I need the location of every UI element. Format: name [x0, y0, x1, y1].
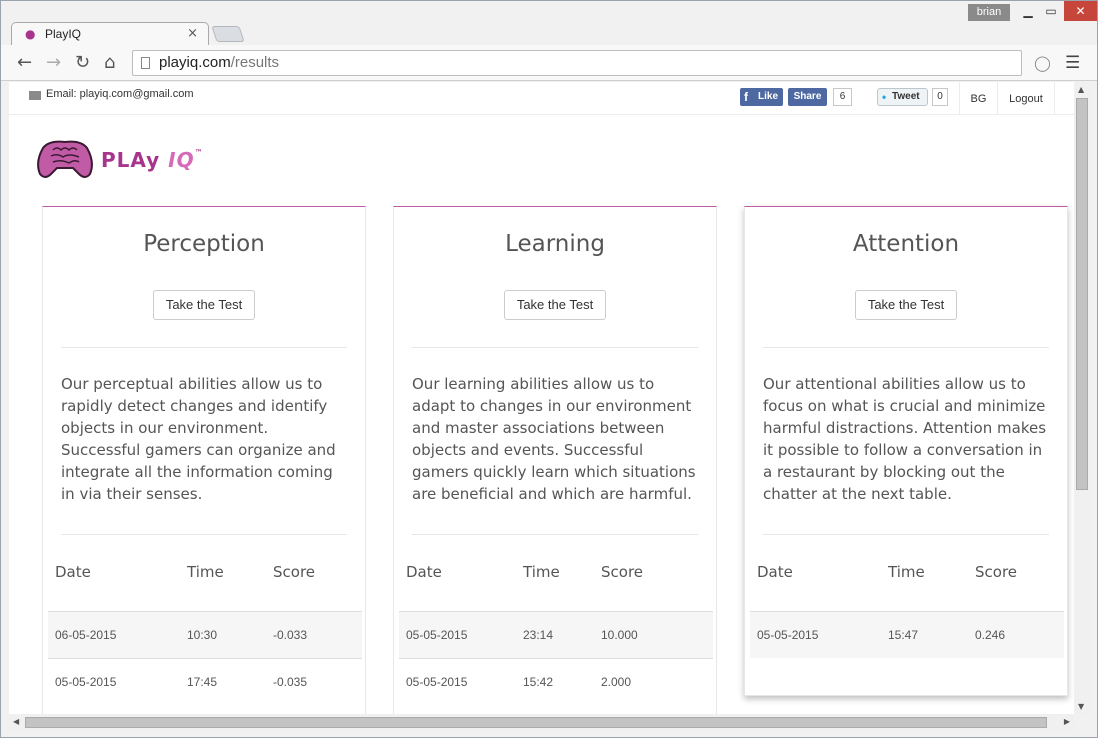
card-title: Attention [852, 231, 960, 257]
column-header-date: Date [399, 563, 516, 612]
minimize-icon[interactable]: ▁ [1016, 1, 1040, 21]
card-title: Perception [143, 231, 265, 257]
score-cell: -0.035 [273, 674, 308, 689]
results-table: Date Time Score 05-05-2015 23:14 10.000 … [399, 563, 713, 705]
results-table: Date Time Score 05-05-2015 15:47 0.246 [750, 563, 1064, 658]
tweet-count: 0 [932, 88, 948, 106]
browser-window: ● PlayIQ × brian ▁ ▭ ✕ ← → ↻ ⌂ playiq.co… [0, 0, 1098, 738]
column-header-score: Score [968, 563, 1064, 612]
vertical-scrollbar[interactable]: ▲ ▼ [1074, 82, 1091, 714]
logo-wordmark: PLAy IQ™ [101, 148, 204, 172]
column-header-time: Time [516, 563, 594, 612]
table-row: 05-05-2015 15:42 2.000 [399, 658, 713, 705]
scroll-up-icon[interactable]: ▲ [1078, 85, 1084, 94]
page-icon [141, 57, 150, 69]
scroll-down-icon[interactable]: ▼ [1078, 702, 1084, 711]
table-row: 06-05-2015 10:30 -0.033 [48, 611, 362, 659]
close-tab-icon[interactable]: × [187, 26, 198, 41]
take-test-button[interactable]: Take the Test [855, 290, 957, 320]
column-header-time: Time [881, 563, 968, 612]
maximize-icon[interactable]: ▭ [1040, 1, 1062, 21]
column-header-time: Time [180, 563, 266, 612]
reload-icon[interactable]: ↻ [75, 52, 90, 73]
scroll-right-icon[interactable]: ▶ [1064, 717, 1070, 726]
address-bar[interactable]: playiq.com/results [132, 50, 1022, 76]
time-cell: 15:42 [523, 674, 554, 689]
logout-link[interactable]: Logout [997, 82, 1055, 115]
results-table: Date Time Score 06-05-2015 10:30 -0.033 … [48, 563, 362, 705]
title-bar: ● PlayIQ × brian ▁ ▭ ✕ [1, 1, 1097, 46]
date-cell: 05-05-2015 [55, 674, 117, 689]
shield-icon[interactable]: ◯ [1034, 54, 1051, 72]
facebook-count: 6 [833, 88, 852, 106]
time-cell: 23:14 [516, 611, 594, 659]
scroll-thumb[interactable] [1076, 98, 1088, 490]
score-cell: 2.000 [601, 674, 632, 689]
tweet-button[interactable]: Tweet [877, 88, 928, 106]
card-description: Our perceptual abilities allow us to rap… [61, 375, 336, 503]
time-cell: 15:47 [881, 611, 968, 658]
horizontal-scrollbar[interactable]: ◀ ▶ [9, 714, 1074, 731]
score-cell: 0.246 [968, 611, 1064, 658]
playiq-logo[interactable]: PLAy IQ™ [35, 138, 215, 186]
date-cell: 06-05-2015 [48, 611, 180, 659]
profile-badge[interactable]: brian [968, 4, 1010, 21]
column-header-date: Date [48, 563, 180, 612]
scroll-thumb[interactable] [25, 717, 1047, 728]
column-header-date: Date [750, 563, 881, 612]
divider [412, 347, 698, 348]
time-cell: 10:30 [180, 611, 266, 659]
date-cell: 05-05-2015 [406, 674, 468, 689]
card-attention: Attention Take the Test Our attentional … [744, 206, 1068, 696]
column-header-score: Score [594, 563, 713, 612]
card-description: Our attentional abilities allow us to fo… [763, 375, 1047, 503]
browser-tab[interactable]: ● PlayIQ × [11, 22, 209, 46]
facebook-share-button[interactable]: Share [788, 88, 827, 106]
envelope-icon [29, 91, 41, 100]
score-cell: -0.033 [266, 611, 362, 659]
gamepad-brain-icon [37, 140, 93, 178]
date-cell: 05-05-2015 [399, 611, 516, 659]
language-link[interactable]: BG [959, 82, 997, 115]
card-description: Our learning abilities allow us to adapt… [412, 375, 696, 503]
take-test-button[interactable]: Take the Test [153, 290, 255, 320]
page-viewport: Email: playiq.com@gmail.com Like Share 6… [9, 82, 1074, 714]
new-tab-button[interactable] [211, 26, 245, 42]
divider [412, 534, 698, 535]
home-icon[interactable]: ⌂ [104, 52, 115, 73]
card-learning: Learning Take the Test Our learning abil… [393, 206, 717, 714]
tab-title: PlayIQ [45, 27, 82, 41]
facebook-like-button[interactable]: Like [740, 88, 783, 106]
back-arrow-icon[interactable]: ← [17, 52, 32, 73]
gamepad-icon: ● [25, 27, 36, 41]
browser-toolbar: ← → ↻ ⌂ playiq.com/results ◯ ☰ [1, 45, 1097, 81]
table-row: 05-05-2015 23:14 10.000 [399, 611, 713, 659]
column-header-score: Score [266, 563, 362, 612]
forward-arrow-icon[interactable]: → [46, 52, 61, 73]
top-info-bar: Email: playiq.com@gmail.com Like Share 6… [9, 82, 1074, 115]
scroll-left-icon[interactable]: ◀ [13, 717, 19, 726]
time-cell: 17:45 [187, 674, 218, 689]
divider [61, 534, 347, 535]
card-perception: Perception Take the Test Our perceptual … [42, 206, 366, 714]
url-text: playiq.com/results [159, 54, 280, 71]
divider [763, 347, 1049, 348]
take-test-button[interactable]: Take the Test [504, 290, 606, 320]
contact-email: Email: playiq.com@gmail.com [46, 88, 194, 100]
score-cell: 10.000 [594, 611, 713, 659]
divider [61, 347, 347, 348]
date-cell: 05-05-2015 [750, 611, 881, 658]
divider [763, 534, 1049, 535]
table-row: 05-05-2015 15:47 0.246 [750, 611, 1064, 658]
table-row: 05-05-2015 17:45 -0.035 [48, 658, 362, 705]
hamburger-menu-icon[interactable]: ☰ [1065, 53, 1080, 73]
close-window-icon[interactable]: ✕ [1064, 1, 1097, 21]
card-title: Learning [505, 231, 605, 257]
